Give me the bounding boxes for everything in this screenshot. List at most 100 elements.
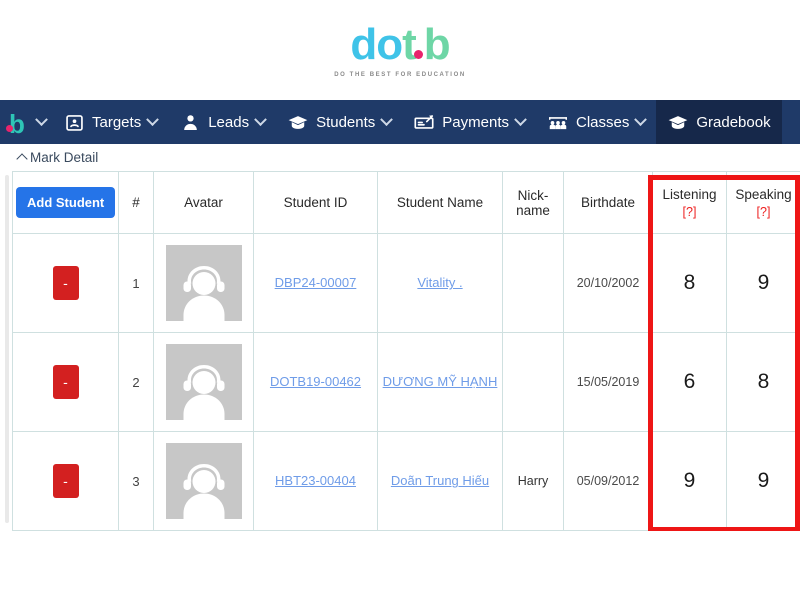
cell-avatar <box>154 234 254 333</box>
cell-number: 1 <box>119 234 154 333</box>
logo-letter-o: o <box>376 20 402 69</box>
mark-detail-table-container: Add Student # Avatar Student ID Student … <box>0 171 800 531</box>
cell-listening-score[interactable]: 6 <box>653 333 727 432</box>
chevron-down-icon <box>35 113 48 126</box>
table-row: - 2 <box>13 333 800 432</box>
chevron-up-icon <box>16 153 27 164</box>
nav-item-payments[interactable]: Payments <box>402 100 536 144</box>
header-cell-student-id: Student ID <box>254 172 378 234</box>
student-name-link[interactable]: Doãn Trung Hiếu <box>391 472 489 490</box>
cell-birthdate: 15/05/2019 <box>564 333 653 432</box>
cell-nickname <box>503 333 564 432</box>
graduation-cap-icon <box>667 111 689 133</box>
header-cell-number: # <box>119 172 154 234</box>
vertical-scrollbar[interactable] <box>5 175 9 523</box>
brand-tagline: DO THE BEST FOR EDUCATION <box>334 72 466 78</box>
brand-logo: dotb DO THE BEST FOR EDUCATION <box>334 23 466 78</box>
cell-speaking-score[interactable]: 9 <box>727 234 800 333</box>
avatar <box>166 245 242 321</box>
nav-item-students[interactable]: Students <box>276 100 402 144</box>
cell-student-id: HBT23-00404 <box>254 432 378 531</box>
avatar <box>166 443 242 519</box>
nav-item-brand[interactable]: b <box>0 100 52 144</box>
student-name-link[interactable]: Vitality . <box>417 274 462 292</box>
nav-label-payments: Payments <box>442 114 509 131</box>
table-header-row: Add Student # Avatar Student ID Student … <box>13 172 800 234</box>
remove-student-button[interactable]: - <box>53 464 79 498</box>
header-sub-speaking: [?] <box>730 205 797 219</box>
cell-avatar <box>154 432 254 531</box>
logo-dot-icon <box>414 50 423 59</box>
student-id-link[interactable]: DOTB19-00462 <box>270 373 361 391</box>
header-cell-actions: Add Student <box>13 172 119 234</box>
student-id-link[interactable]: DBP24-00007 <box>275 274 357 292</box>
mark-detail-title: Mark Detail <box>30 150 98 165</box>
id-card-icon <box>63 111 85 133</box>
nav-item-targets[interactable]: Targets <box>52 100 168 144</box>
cell-birthdate: 20/10/2002 <box>564 234 653 333</box>
header-sub-listening: [?] <box>656 205 723 219</box>
cell-actions: - <box>13 432 119 531</box>
people-group-icon <box>547 111 569 133</box>
dotb-logo-icon: b <box>6 111 28 133</box>
logo-letter-b: b <box>424 20 450 69</box>
remove-student-button[interactable]: - <box>53 266 79 300</box>
table-header: Add Student # Avatar Student ID Student … <box>13 172 800 234</box>
header-cell-student-name: Student Name <box>378 172 503 234</box>
chevron-down-icon <box>254 113 267 126</box>
chevron-down-icon <box>146 113 159 126</box>
cell-student-name: Doãn Trung Hiếu <box>378 432 503 531</box>
chevron-down-icon <box>634 113 647 126</box>
cell-nickname <box>503 234 564 333</box>
remove-student-button[interactable]: - <box>53 365 79 399</box>
nav-label-gradebook: Gradebook <box>696 114 770 131</box>
cell-student-name: Vitality . <box>378 234 503 333</box>
table-row: - 1 <box>13 234 800 333</box>
mark-detail-table: Add Student # Avatar Student ID Student … <box>12 171 800 531</box>
cell-actions: - <box>13 333 119 432</box>
header-cell-avatar: Avatar <box>154 172 254 234</box>
table-row: - 3 <box>13 432 800 531</box>
cell-speaking-score[interactable]: 9 <box>727 432 800 531</box>
chevron-down-icon <box>380 113 393 126</box>
nav-label-students: Students <box>316 114 375 131</box>
nav-item-leads[interactable]: Leads <box>168 100 276 144</box>
cell-birthdate: 05/09/2012 <box>564 432 653 531</box>
cell-listening-score[interactable]: 9 <box>653 432 727 531</box>
logo-letter-t: t <box>402 20 416 69</box>
cell-student-id: DBP24-00007 <box>254 234 378 333</box>
nav-item-classes[interactable]: Classes <box>536 100 656 144</box>
brand-header: dotb DO THE BEST FOR EDUCATION <box>0 0 800 100</box>
cheque-icon <box>413 111 435 133</box>
cell-speaking-score[interactable]: 8 <box>727 333 800 432</box>
cell-student-id: DOTB19-00462 <box>254 333 378 432</box>
avatar <box>166 344 242 420</box>
header-cell-birthdate: Birthdate <box>564 172 653 234</box>
cell-nickname: Harry <box>503 432 564 531</box>
student-id-link[interactable]: HBT23-00404 <box>275 472 356 490</box>
nav-item-gradebook[interactable]: Gradebook <box>656 100 781 144</box>
cell-number: 3 <box>119 432 154 531</box>
gradebook-panel: Mark Detail Add Student # Avatar Student… <box>0 144 800 531</box>
mark-detail-section-toggle[interactable]: Mark Detail <box>0 144 800 171</box>
person-icon <box>179 111 201 133</box>
add-student-button[interactable]: Add Student <box>16 187 115 218</box>
header-cell-nickname: Nick-name <box>503 172 564 234</box>
cell-avatar <box>154 333 254 432</box>
header-cell-listening: Listening [?] <box>653 172 727 234</box>
cell-listening-score[interactable]: 8 <box>653 234 727 333</box>
nav-label-leads: Leads <box>208 114 249 131</box>
graduation-cap-icon <box>287 111 309 133</box>
chevron-down-icon <box>514 113 527 126</box>
header-label-speaking: Speaking <box>735 187 791 202</box>
nav-label-targets: Targets <box>92 114 141 131</box>
cell-student-name: DƯƠNG MỸ HẠNH <box>378 333 503 432</box>
header-cell-speaking: Speaking [?] <box>727 172 800 234</box>
table-body: - 1 <box>13 234 800 531</box>
cell-number: 2 <box>119 333 154 432</box>
nav-label-classes: Classes <box>576 114 629 131</box>
student-name-link[interactable]: DƯƠNG MỸ HẠNH <box>383 373 498 391</box>
main-navbar: b Targets Leads <box>0 100 800 144</box>
header-label-listening: Listening <box>662 187 716 202</box>
logo-mark: dotb <box>350 23 449 67</box>
